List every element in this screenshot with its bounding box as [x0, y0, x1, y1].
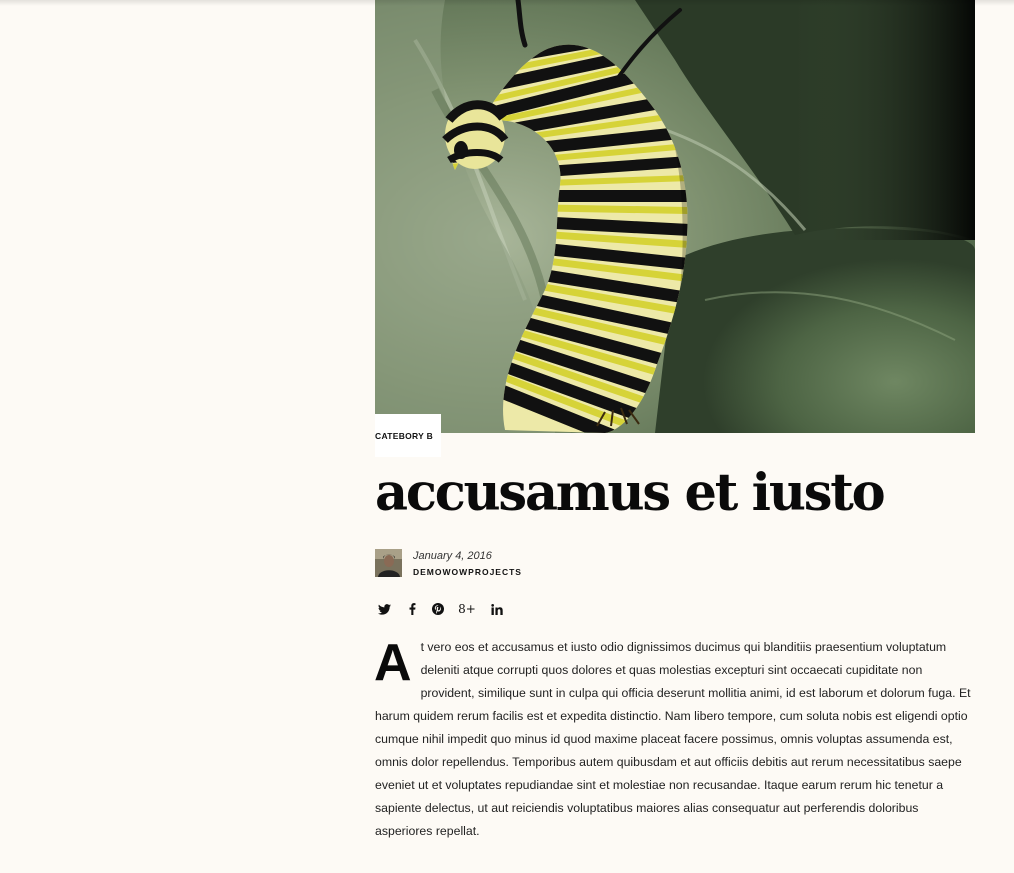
google-plus-glyph: 8+: [458, 602, 476, 616]
blog-post: CATEBORY B accusamus et iusto January 4,…: [374, 0, 975, 838]
google-plus-icon[interactable]: 8+: [458, 600, 476, 618]
pinterest-icon[interactable]: [429, 600, 447, 618]
post-date: January 4, 2016: [413, 550, 492, 562]
post-meta: January 4, 2016 DEMOWOWPROJECTS: [375, 549, 775, 577]
caterpillar-photo: [375, 0, 975, 433]
header-shadow: [0, 0, 1014, 6]
post-author[interactable]: DEMOWOWPROJECTS: [413, 567, 522, 577]
dropcap: A: [374, 634, 412, 692]
post-title: accusamus et iusto: [375, 463, 886, 523]
facebook-icon[interactable]: [403, 600, 421, 618]
featured-image[interactable]: [375, 0, 975, 433]
post-content: At vero eos et accusamus et iusto odio d…: [374, 634, 975, 843]
author-avatar[interactable]: [375, 549, 402, 577]
share-bar: 8+: [375, 600, 575, 618]
category-badge[interactable]: CATEBORY B: [375, 414, 441, 457]
linkedin-icon[interactable]: [488, 600, 506, 618]
twitter-icon[interactable]: [375, 600, 393, 618]
post-content-text: t vero eos et accusamus et iusto odio di…: [375, 640, 971, 838]
